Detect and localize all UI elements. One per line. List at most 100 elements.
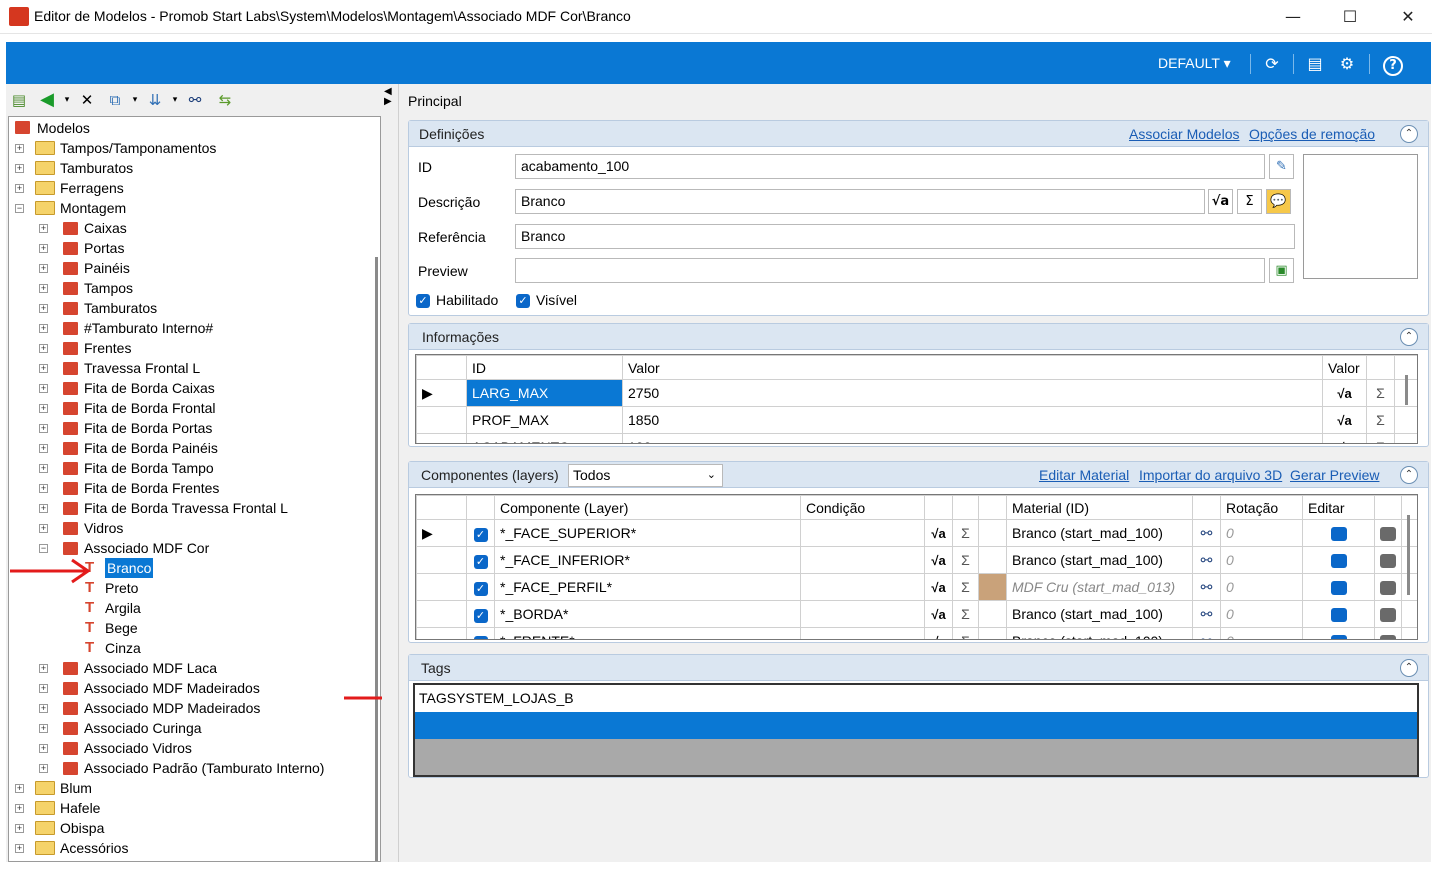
collapse-tags-icon[interactable]: ⌃ [1400, 659, 1418, 677]
referencia-field[interactable]: Branco [515, 224, 1295, 249]
sum-icon[interactable]: Σ [952, 519, 979, 547]
find-material-icon[interactable]: ⚯ [1192, 519, 1221, 547]
tree-folder[interactable]: + Blum [9, 778, 369, 798]
opcoes-remocao-link[interactable]: Opções de remoção [1249, 126, 1375, 142]
info-scrollbar[interactable] [1405, 375, 1408, 405]
formula-icon[interactable]: √a [1208, 189, 1233, 214]
edit-material-button[interactable] [1330, 527, 1347, 542]
condicao-cell[interactable] [800, 600, 925, 628]
tab-principal[interactable]: Principal [408, 93, 462, 109]
close-button[interactable]: ✕ [1379, 0, 1432, 34]
expand-node-icon[interactable]: + [39, 404, 48, 413]
edit-material-button[interactable] [1330, 581, 1347, 596]
move-dropdown-icon[interactable]: ▾ [164, 90, 186, 110]
col-id-header[interactable]: ID [466, 355, 623, 380]
image-picker-icon[interactable]: ▣ [1269, 258, 1294, 283]
component-row[interactable]: ✓ *_FRENTE* √aΣ Branco (start_mad_100)⚯0 [416, 627, 1417, 639]
texture-tool-icon[interactable] [1380, 635, 1396, 639]
condicao-cell[interactable] [800, 546, 925, 574]
tree-folder[interactable]: + Hafele [9, 798, 369, 818]
find-material-icon[interactable]: ⚯ [1192, 627, 1221, 639]
col-valor2-header[interactable]: Valor [1322, 355, 1367, 380]
sum-icon[interactable]: Σ [952, 627, 979, 639]
texture-tool-icon[interactable] [1380, 608, 1396, 623]
formula-icon[interactable]: √a [924, 600, 953, 628]
info-valor-cell[interactable]: 2750 [622, 379, 1323, 407]
col-rotacao-header[interactable]: Rotação [1220, 495, 1303, 520]
tree-model[interactable]: + Frentes [9, 338, 369, 358]
sum-icon[interactable]: Σ [1366, 406, 1395, 434]
back-icon[interactable]: ◀ [36, 90, 58, 110]
tree-model[interactable]: + Associado Padrão (Tamburato Interno) [9, 758, 369, 778]
tree-model[interactable]: + Fita de Borda Travessa Frontal L [9, 498, 369, 518]
comp-scrollbar[interactable] [1407, 515, 1410, 595]
back-dropdown-icon[interactable]: ▾ [56, 90, 78, 110]
rotacao-cell[interactable]: 0 [1220, 519, 1303, 547]
texture-tool-icon[interactable] [1380, 527, 1396, 542]
tree-folder[interactable]: + Tampos/Tamponamentos [9, 138, 369, 158]
tree-model[interactable]: + #Tamburato Interno# [9, 318, 369, 338]
importar-3d-link[interactable]: Importar do arquivo 3D [1139, 467, 1282, 483]
component-row[interactable]: ✓ *_FACE_INFERIOR* √a Σ Branco (start_mad_10… [416, 546, 1417, 574]
condicao-cell[interactable] [800, 627, 925, 639]
tree-folder[interactable]: + Obispa [9, 818, 369, 838]
rotacao-cell[interactable]: 0 [1220, 600, 1303, 628]
tree-model[interactable]: + Travessa Frontal L [9, 358, 369, 378]
expand-node-icon[interactable]: + [39, 504, 48, 513]
copy-icon[interactable]: ⧉ [104, 90, 126, 110]
tree-model[interactable]: + Associado Vidros [9, 738, 369, 758]
info-row[interactable]: ▶ LARG_MAX 2750 √a Σ [416, 379, 1417, 407]
collapse-informacoes-icon[interactable]: ⌃ [1400, 328, 1418, 346]
gerar-preview-link[interactable]: Gerar Preview [1290, 467, 1379, 483]
material-cell[interactable]: Branco (start_mad_100) [1006, 600, 1193, 628]
formula-icon[interactable]: √a [1322, 379, 1367, 407]
find-material-icon[interactable]: ⚯ [1192, 600, 1221, 628]
formula-icon[interactable]: √a [1322, 433, 1367, 443]
help-icon[interactable]: ? [1382, 54, 1404, 76]
expand-node-icon[interactable]: + [39, 464, 48, 473]
tree-model[interactable]: + Tamburatos [9, 298, 369, 318]
collapse-definicoes-icon[interactable]: ⌃ [1400, 125, 1418, 143]
expand-node-icon[interactable]: + [15, 164, 24, 173]
material-cell[interactable]: MDF Cru (start_mad_013) [1006, 573, 1193, 601]
tree-root[interactable]: Modelos [9, 118, 369, 138]
layer-enabled-checkbox[interactable]: ✓ [473, 554, 488, 569]
info-id-cell[interactable]: PROF_MAX [466, 406, 623, 434]
material-cell[interactable]: Branco (start_mad_100) [1006, 519, 1193, 547]
new-icon[interactable]: ▤ [8, 90, 30, 110]
tree-model[interactable]: + Associado MDF Madeirados [9, 678, 369, 698]
col-condicao-header[interactable]: Condição [800, 495, 925, 520]
tree-scrollbar[interactable] [375, 257, 378, 861]
expand-node-icon[interactable]: + [39, 684, 48, 693]
component-row[interactable]: ✓ *_FACE_PERFIL* √a Σ MDF Cru (start_mad_013… [416, 573, 1417, 601]
visivel-checkbox[interactable]: ✓ [516, 294, 530, 308]
tree-model[interactable]: + Tampos [9, 278, 369, 298]
rotacao-cell[interactable]: 0 [1220, 573, 1303, 601]
expand-node-icon[interactable]: + [15, 844, 24, 853]
layer-name-cell[interactable]: *_FRENTE* [494, 627, 801, 639]
formula-icon[interactable]: √a [924, 546, 953, 574]
find-material-icon[interactable]: ⚯ [1192, 573, 1221, 601]
expand-node-icon[interactable]: + [39, 364, 48, 373]
model-tree[interactable]: Modelos + Tampos/Tamponamentos + Tamburatos +… [8, 116, 381, 862]
tree-model[interactable]: + Fita de Borda Painéis [9, 438, 369, 458]
profile-dropdown[interactable]: DEFAULT ▾ [1158, 42, 1231, 84]
expand-node-icon[interactable]: + [15, 144, 24, 153]
find-icon[interactable]: ⚯ [184, 90, 206, 110]
expand-node-icon[interactable]: + [39, 444, 48, 453]
sum-icon[interactable]: Σ [952, 546, 979, 574]
expand-node-icon[interactable]: + [39, 764, 48, 773]
layout-icon[interactable]: ▤ [1304, 54, 1326, 74]
find-material-icon[interactable]: ⚯ [1192, 546, 1221, 574]
col-componente-header[interactable]: Componente (Layer) [494, 495, 801, 520]
layer-name-cell[interactable]: *_FACE_INFERIOR* [494, 546, 801, 574]
export-icon[interactable]: ⇆ [214, 90, 236, 110]
tree-folder[interactable]: + Acessórios [9, 838, 369, 858]
tree-leaf[interactable]: T Bege [9, 618, 369, 638]
maximize-button[interactable]: ☐ [1321, 0, 1379, 34]
info-valor-cell[interactable]: 1850 [622, 406, 1323, 434]
edit-id-icon[interactable]: ✎ [1269, 154, 1294, 179]
id-field[interactable]: acabamento_100 [515, 154, 1265, 179]
tag-entry[interactable]: TAGSYSTEM_LOJAS_B [415, 685, 1417, 712]
panel-splitter[interactable]: ◀ ▶ [382, 84, 398, 862]
